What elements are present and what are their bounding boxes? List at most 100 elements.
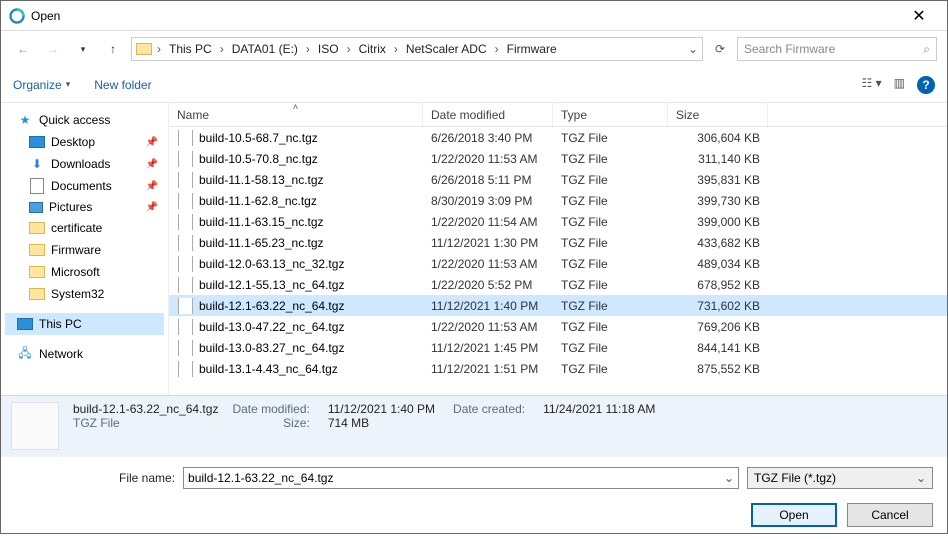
file-row[interactable]: build-13.0-83.27_nc_64.tgz11/12/2021 1:4…	[169, 337, 947, 358]
col-header-date[interactable]: Date modified	[423, 103, 553, 126]
file-icon	[177, 130, 193, 146]
sort-asc-icon: ˄	[293, 103, 298, 112]
search-input[interactable]: Search Firmware ⌕	[737, 37, 937, 61]
chevron-down-icon[interactable]: ⌄	[724, 471, 734, 485]
folder-icon	[29, 264, 45, 280]
details-filetype: TGZ File	[73, 416, 218, 430]
preview-pane-button[interactable]: ▥	[894, 76, 905, 94]
desktop-icon	[29, 134, 45, 150]
file-row[interactable]: build-12.0-63.13_nc_32.tgz1/22/2020 11:5…	[169, 253, 947, 274]
file-type-cell: TGZ File	[553, 152, 668, 166]
breadcrumb-item[interactable]: DATA01 (E:)	[229, 40, 301, 58]
file-size-cell: 399,730 KB	[668, 194, 768, 208]
organize-menu[interactable]: Organize ▾	[13, 78, 70, 92]
file-type-cell: TGZ File	[553, 215, 668, 229]
file-row[interactable]: build-12.1-63.22_nc_64.tgz11/12/2021 1:4…	[169, 295, 947, 316]
downloads-icon: ⬇	[29, 156, 45, 172]
file-type-filter[interactable]: TGZ File (*.tgz) ⌄	[747, 467, 933, 489]
file-name-cell: build-13.0-83.27_nc_64.tgz	[169, 340, 423, 356]
nav-system32[interactable]: System32	[5, 283, 164, 305]
recent-locations-button[interactable]: ▾	[71, 37, 95, 61]
pin-icon: 📌	[146, 202, 158, 213]
nav-firmware[interactable]: Firmware	[5, 239, 164, 261]
up-button[interactable]: ↑	[101, 37, 125, 61]
file-size-cell: 731,602 KB	[668, 299, 768, 313]
file-type-cell: TGZ File	[553, 236, 668, 250]
file-row[interactable]: build-11.1-62.8_nc.tgz8/30/2019 3:09 PMT…	[169, 190, 947, 211]
file-icon	[177, 172, 193, 188]
view-mode-button[interactable]: ☷ ▾	[862, 76, 882, 94]
open-button[interactable]: Open	[751, 503, 837, 527]
col-header-name[interactable]: Name˄	[169, 103, 423, 126]
forward-button[interactable]: →	[41, 37, 65, 61]
file-name-cell: build-11.1-63.15_nc.tgz	[169, 214, 423, 230]
chevron-down-icon[interactable]: ⌄	[688, 42, 698, 56]
file-icon	[177, 361, 193, 377]
breadcrumb-item[interactable]: This PC	[166, 40, 215, 58]
app-icon	[9, 8, 25, 24]
file-row[interactable]: build-11.1-65.23_nc.tgz11/12/2021 1:30 P…	[169, 232, 947, 253]
nav-this-pc[interactable]: This PC	[5, 313, 164, 335]
file-thumbnail	[11, 402, 59, 450]
close-button[interactable]: ✕	[899, 2, 939, 30]
breadcrumb-item[interactable]: NetScaler ADC	[403, 40, 490, 58]
file-row[interactable]: build-11.1-63.15_nc.tgz1/22/2020 11:54 A…	[169, 211, 947, 232]
file-row[interactable]: build-12.1-55.13_nc_64.tgz1/22/2020 5:52…	[169, 274, 947, 295]
pin-icon: 📌	[146, 159, 158, 170]
drive-icon	[136, 41, 152, 57]
nav-pane: ★Quick access Desktop📌 ⬇Downloads📌 Docum…	[1, 103, 169, 395]
folder-icon	[29, 242, 45, 258]
nav-quick-access[interactable]: ★Quick access	[5, 109, 164, 131]
file-row[interactable]: build-13.1-4.43_nc_64.tgz11/12/2021 1:51…	[169, 358, 947, 379]
filename-input[interactable]: build-12.1-63.22_nc_64.tgz ⌄	[183, 467, 739, 489]
file-list: Name˄ Date modified Type Size build-10.5…	[169, 103, 947, 395]
network-icon: 🖧	[17, 346, 33, 362]
window-title: Open	[31, 9, 60, 23]
file-date-cell: 8/30/2019 3:09 PM	[423, 194, 553, 208]
cancel-button[interactable]: Cancel	[847, 503, 933, 527]
col-header-type[interactable]: Type	[553, 103, 668, 126]
file-name-cell: build-13.1-4.43_nc_64.tgz	[169, 361, 423, 377]
breadcrumb[interactable]: This PC DATA01 (E:) ISO Citrix NetScaler…	[131, 37, 703, 61]
file-date-cell: 11/12/2021 1:45 PM	[423, 341, 553, 355]
pc-icon	[17, 316, 33, 332]
file-row[interactable]: build-10.5-70.8_nc.tgz1/22/2020 11:53 AM…	[169, 148, 947, 169]
new-folder-button[interactable]: New folder	[94, 78, 151, 92]
details-pane: build-12.1-63.22_nc_64.tgz TGZ File Date…	[1, 395, 947, 457]
file-icon	[177, 235, 193, 251]
file-size-cell: 489,034 KB	[668, 257, 768, 271]
nav-downloads[interactable]: ⬇Downloads📌	[5, 153, 164, 175]
col-header-size[interactable]: Size	[668, 103, 768, 126]
back-button[interactable]: ←	[11, 37, 35, 61]
nav-pictures[interactable]: Pictures📌	[5, 197, 164, 217]
breadcrumb-item[interactable]: Firmware	[504, 40, 560, 58]
nav-network[interactable]: 🖧Network	[5, 343, 164, 365]
file-row[interactable]: build-10.5-68.7_nc.tgz6/26/2018 3:40 PMT…	[169, 127, 947, 148]
chevron-down-icon: ⌄	[916, 471, 926, 485]
breadcrumb-item[interactable]: ISO	[315, 40, 342, 58]
file-icon	[177, 151, 193, 167]
file-name-cell: build-12.1-63.22_nc_64.tgz	[169, 298, 423, 314]
breadcrumb-item[interactable]: Citrix	[356, 40, 389, 58]
details-created-label: Date created:	[453, 402, 525, 416]
help-button[interactable]: ?	[917, 76, 935, 94]
file-type-cell: TGZ File	[553, 299, 668, 313]
file-name-cell: build-13.0-47.22_nc_64.tgz	[169, 319, 423, 335]
file-icon	[177, 193, 193, 209]
file-date-cell: 1/22/2020 11:53 AM	[423, 152, 553, 166]
file-row[interactable]: build-13.0-47.22_nc_64.tgz1/22/2020 11:5…	[169, 316, 947, 337]
file-name-cell: build-12.0-63.13_nc_32.tgz	[169, 256, 423, 272]
nav-certificate[interactable]: certificate	[5, 217, 164, 239]
nav-microsoft[interactable]: Microsoft	[5, 261, 164, 283]
nav-documents[interactable]: Documents📌	[5, 175, 164, 197]
address-bar: ← → ▾ ↑ This PC DATA01 (E:) ISO Citrix N…	[1, 31, 947, 67]
details-modified-label: Date modified:	[232, 402, 309, 416]
file-type-cell: TGZ File	[553, 173, 668, 187]
file-row[interactable]: build-11.1-58.13_nc.tgz6/26/2018 5:11 PM…	[169, 169, 947, 190]
file-size-cell: 311,140 KB	[668, 152, 768, 166]
refresh-button[interactable]: ⟳	[709, 38, 731, 60]
file-date-cell: 1/22/2020 11:53 AM	[423, 257, 553, 271]
file-size-cell: 399,000 KB	[668, 215, 768, 229]
nav-desktop[interactable]: Desktop📌	[5, 131, 164, 153]
folder-icon	[29, 286, 45, 302]
